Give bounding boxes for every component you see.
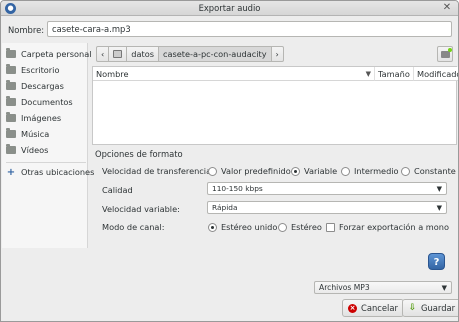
channel-mode-label: Modo de canal: [102, 222, 165, 232]
export-audio-dialog: ● Exportar audio ✕ Nombre: Carpeta perso… [0, 0, 459, 322]
folder-documents-icon [6, 96, 16, 106]
sidebar-item-home[interactable]: Carpeta personal [6, 47, 92, 61]
sidebar-item-label: Imágenes [21, 113, 62, 123]
sidebar-divider [6, 162, 86, 163]
force-mono-checkbox[interactable]: Forzar exportación a mono [326, 222, 449, 232]
sidebar-item-label: Otras ubicaciones [21, 167, 95, 177]
sidebar-item-music[interactable]: Música [6, 127, 49, 141]
radio-icon [278, 222, 287, 232]
dropdown-arrow-icon: ▼ [436, 203, 442, 212]
radio-label: Intermedio [354, 166, 399, 176]
quality-select[interactable]: 110-150 kbps ▼ [207, 182, 447, 195]
radio-average[interactable]: Intermedio [341, 166, 399, 176]
radio-label: Constante [414, 166, 456, 176]
cancel-label: Cancelar [361, 303, 398, 313]
radio-joint-stereo[interactable]: Estéreo unido [208, 222, 277, 232]
bitrate-mode-label: Velocidad de transferencia: [102, 166, 214, 176]
sidebar-item-label: Carpeta personal [21, 49, 92, 59]
path-segment-datos[interactable]: datos [126, 46, 159, 62]
radio-label: Valor predefinido [221, 166, 291, 176]
variable-speed-value: Rápida [212, 203, 238, 212]
radio-label: Estéreo [291, 222, 322, 232]
name-label: Nombre: [8, 25, 45, 35]
file-list[interactable]: Nombre ▼ Tamaño Modificado [92, 66, 458, 145]
column-header-name[interactable]: Nombre ▼ [93, 67, 375, 81]
radio-label: Estéreo unido [221, 222, 278, 232]
folder-download-icon [6, 80, 16, 90]
sidebar-item-desktop[interactable]: Escritorio [6, 63, 59, 77]
dropdown-arrow-icon: ▼ [436, 184, 442, 193]
sidebar-item-other-locations[interactable]: + Otras ubicaciones [6, 165, 95, 179]
drive-icon [113, 50, 123, 58]
dropdown-arrow-icon: ▼ [441, 283, 447, 292]
quality-value: 110-150 kbps [212, 184, 263, 193]
chevron-right-icon: › [275, 49, 279, 59]
radio-variable[interactable]: Variable [291, 166, 337, 176]
close-icon[interactable]: ✕ [441, 2, 453, 14]
save-button[interactable]: ⇩ Guardar [402, 299, 458, 317]
folder-home-icon [6, 48, 16, 58]
cancel-button[interactable]: × Cancelar [342, 299, 404, 317]
radio-label: Variable [304, 166, 338, 176]
sidebar-item-downloads[interactable]: Descargas [6, 79, 64, 93]
column-header-size[interactable]: Tamaño [375, 67, 414, 81]
path-forward-button[interactable]: › [270, 46, 284, 62]
titlebar[interactable]: ● Exportar audio ✕ [1, 1, 458, 16]
sidebar-item-documents[interactable]: Documentos [6, 95, 73, 109]
path-segment-current[interactable]: casete-a-pc-con-audacity [157, 46, 272, 62]
folder-music-icon [6, 128, 16, 138]
sidebar-item-pictures[interactable]: Imágenes [6, 111, 61, 125]
sort-down-icon: ▼ [365, 69, 371, 78]
new-folder-icon [440, 47, 452, 58]
path-bar: ‹ datos casete-a-pc-con-audacity › [96, 46, 284, 62]
file-type-filter[interactable]: Archivos MP3 ▼ [314, 281, 452, 294]
checkbox-label: Forzar exportación a mono [339, 222, 449, 232]
folder-desktop-icon [6, 64, 16, 74]
help-button[interactable]: ? [428, 253, 445, 270]
filename-input[interactable] [47, 21, 452, 37]
create-folder-button[interactable] [437, 46, 453, 62]
variable-speed-select[interactable]: Rápida ▼ [207, 201, 447, 214]
sidebar-item-label: Vídeos [21, 145, 49, 155]
chevron-left-icon: ‹ [101, 49, 105, 59]
places-sidebar: Carpeta personal Escritorio Descargas Do… [2, 43, 94, 248]
sidebar-item-label: Escritorio [21, 65, 60, 75]
radio-icon [341, 166, 350, 176]
save-icon: ⇩ [408, 303, 417, 313]
radio-icon [208, 166, 217, 176]
folder-pictures-icon [6, 112, 16, 122]
folder-videos-icon [6, 144, 16, 154]
cancel-icon: × [348, 303, 357, 313]
radio-selected-icon [208, 222, 217, 232]
file-type-value: Archivos MP3 [319, 283, 370, 292]
plus-icon: + [6, 166, 16, 178]
quality-label: Calidad [102, 185, 133, 195]
save-label: Guardar [421, 303, 456, 313]
radio-preset[interactable]: Valor predefinido [208, 166, 291, 176]
radio-constant[interactable]: Constante [401, 166, 456, 176]
radio-stereo[interactable]: Estéreo [278, 222, 322, 232]
sidebar-item-label: Música [21, 129, 50, 139]
path-back-button[interactable]: ‹ [96, 46, 110, 62]
radio-icon [401, 166, 410, 176]
radio-selected-icon [291, 166, 300, 176]
checkbox-icon [326, 222, 335, 232]
format-options-title: Opciones de formato [95, 149, 183, 159]
sidebar-item-label: Documentos [21, 97, 73, 107]
variable-speed-label: Velocidad variable: [102, 204, 180, 214]
path-root-button[interactable] [108, 46, 128, 62]
window-title: Exportar audio [198, 3, 261, 13]
column-header-label: Nombre [96, 68, 129, 79]
column-header-modified[interactable]: Modificado [414, 67, 458, 81]
sidebar-item-label: Descargas [21, 81, 64, 91]
sidebar-item-videos[interactable]: Vídeos [6, 143, 48, 157]
